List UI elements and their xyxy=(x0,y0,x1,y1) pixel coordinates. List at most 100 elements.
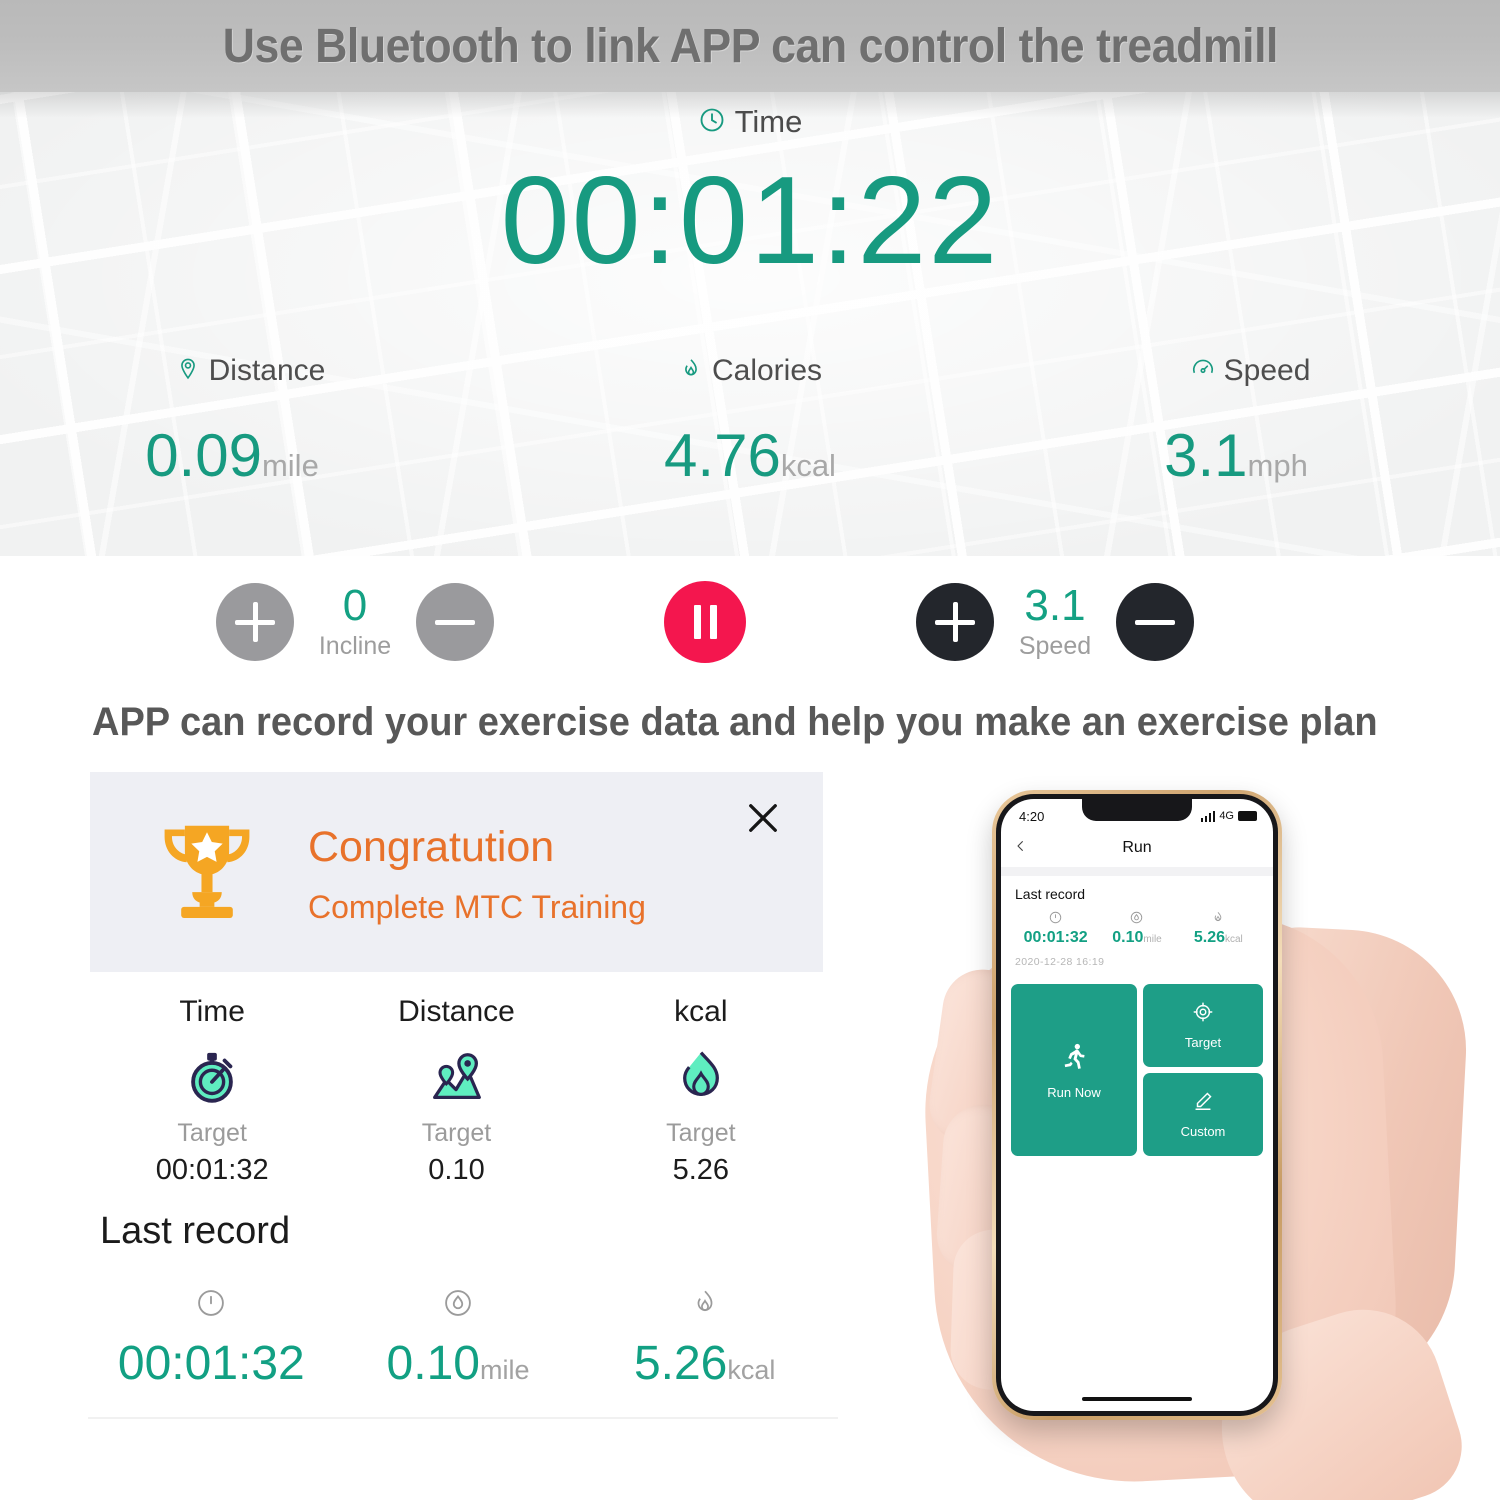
stat-speed: Speed 3.1mph xyxy=(1000,354,1500,486)
battery-icon xyxy=(1238,811,1257,821)
clock-icon xyxy=(698,106,726,139)
target-crosshair-icon xyxy=(1192,1001,1214,1028)
congratulation-text: Congratution Complete MTC Training xyxy=(308,818,646,925)
congratulation-banner: Congratution Complete MTC Training xyxy=(90,772,823,972)
map-route-icon xyxy=(334,1045,578,1111)
phone-nav-separator xyxy=(1001,867,1273,876)
last-record-unit: mile xyxy=(479,1355,530,1385)
stat-distance: Distance 0.09mile xyxy=(0,354,500,486)
incline-readout: 0 Incline xyxy=(294,583,416,660)
stat-label: Calories xyxy=(711,354,823,387)
phone-action-tiles: Run Now Target Custom xyxy=(1001,984,1273,1156)
target-distance: Distance Target 0.10 xyxy=(334,995,578,1187)
speed-increase-button[interactable] xyxy=(916,583,994,661)
workout-stats-row: Distance 0.09mile Calories 4.76kcal Spee… xyxy=(0,354,1500,486)
tile-label: Target xyxy=(1184,1035,1222,1050)
last-record-distance: 0.10mile xyxy=(335,1282,582,1391)
home-indicator xyxy=(1082,1397,1192,1401)
clock-icon xyxy=(88,1282,335,1324)
phone-record-date: 2020-12-28 16:19 xyxy=(1015,956,1105,968)
target-summary-row: Time Target 00:01:32 Distance Target 0.1… xyxy=(90,995,823,1187)
stat-calories: Calories 4.76kcal xyxy=(500,354,1000,486)
incline-increase-button[interactable] xyxy=(216,583,294,661)
clock-icon xyxy=(1015,910,1096,925)
time-label: Time xyxy=(734,104,803,139)
distance-drop-icon xyxy=(1096,910,1177,925)
pencil-icon xyxy=(1192,1090,1214,1117)
chevron-left-icon[interactable] xyxy=(1013,837,1028,859)
target-sub: Target xyxy=(177,1119,247,1147)
custom-tile[interactable]: Custom xyxy=(1143,1073,1263,1156)
incline-decrease-button[interactable] xyxy=(416,583,494,661)
stat-unit: mile xyxy=(261,448,319,483)
flame-icon xyxy=(581,1282,828,1324)
section-heading: APP can record your exercise data and he… xyxy=(92,700,1378,744)
phone-record-value: 00:01:32 xyxy=(1023,929,1088,946)
target-value: 0.10 xyxy=(428,1154,485,1186)
stat-value: 3.1 xyxy=(1164,422,1248,489)
phone-screen: 4:20 4G Run Last record 00:01:32 0.10mil… xyxy=(1001,799,1273,1411)
pause-icon xyxy=(693,605,717,639)
signal-bars-icon xyxy=(1200,810,1216,822)
stat-unit: mph xyxy=(1247,448,1308,483)
last-record-value: 00:01:32 xyxy=(117,1337,305,1390)
speed-value: 3.1 xyxy=(1024,581,1086,631)
phone-record-value: 0.10 xyxy=(1112,929,1144,946)
product-infographic: Use Bluetooth to link APP can control th… xyxy=(0,0,1500,1500)
stat-label: Distance xyxy=(208,354,326,387)
target-title: Time xyxy=(179,995,245,1028)
location-pin-icon xyxy=(175,356,201,387)
flame-icon xyxy=(678,356,704,387)
phone-nav-bar: Run xyxy=(1001,829,1273,867)
phone-in-hand: 4:20 4G Run Last record 00:01:32 0.10mil… xyxy=(900,760,1476,1500)
distance-drop-icon xyxy=(335,1282,582,1324)
incline-value: 0 xyxy=(342,581,368,631)
speed-decrease-button[interactable] xyxy=(1116,583,1194,661)
congratulation-title: Congratution xyxy=(308,823,555,872)
phone-notch xyxy=(1082,799,1192,821)
phone-frame: 4:20 4G Run Last record 00:01:32 0.10mil… xyxy=(992,790,1282,1420)
phone-record-unit: mile xyxy=(1143,934,1162,945)
target-kcal: kcal Target 5.26 xyxy=(579,995,823,1187)
last-record-kcal: 5.26kcal xyxy=(581,1282,828,1391)
target-sub: Target xyxy=(421,1119,492,1147)
target-value: 5.26 xyxy=(672,1154,730,1186)
last-record-unit: kcal xyxy=(727,1355,776,1385)
stat-unit: kcal xyxy=(780,448,836,483)
tile-label: Run Now xyxy=(1047,1084,1101,1100)
phone-last-record-title: Last record xyxy=(1015,886,1086,902)
phone-nav-title: Run xyxy=(1122,839,1152,856)
speed-caption: Speed xyxy=(1018,631,1092,660)
header-banner: Use Bluetooth to link APP can control th… xyxy=(0,0,1500,92)
workout-map-panel: Time 00:01:22 Distance 0.09mile Calories… xyxy=(0,92,1500,556)
stopwatch-icon xyxy=(90,1045,334,1111)
last-record-time: 00:01:32 xyxy=(88,1282,335,1391)
time-header: Time xyxy=(0,104,1500,140)
flame-filled-icon xyxy=(579,1045,823,1111)
speedometer-icon xyxy=(1190,356,1216,387)
incline-caption: Incline xyxy=(318,631,392,660)
target-tile[interactable]: Target xyxy=(1143,984,1263,1067)
page-title: Use Bluetooth to link APP can control th… xyxy=(222,19,1278,73)
target-title: kcal xyxy=(674,995,728,1028)
speed-readout: 3.1 Speed xyxy=(994,583,1116,660)
pause-button[interactable] xyxy=(664,581,746,663)
phone-record-value: 5.26 xyxy=(1193,929,1225,946)
close-icon[interactable] xyxy=(737,792,789,844)
status-bar-time: 4:20 xyxy=(1019,808,1045,824)
flame-icon xyxy=(1178,910,1259,925)
stat-value: 4.76 xyxy=(664,422,781,489)
network-label: 4G xyxy=(1219,810,1234,822)
congratulation-subtitle: Complete MTC Training xyxy=(308,888,646,925)
target-title: Distance xyxy=(398,995,515,1028)
phone-last-record-section: Last record 00:01:32 0.10mile 5.26kcal 2… xyxy=(1001,876,1273,976)
tile-label: Custom xyxy=(1180,1124,1226,1139)
target-time: Time Target 00:01:32 xyxy=(90,995,334,1187)
section-divider xyxy=(88,1417,838,1419)
trophy-icon xyxy=(148,811,266,934)
target-value: 00:01:32 xyxy=(155,1154,269,1186)
last-record-value: 0.10 xyxy=(386,1337,480,1390)
last-record-value: 5.26 xyxy=(633,1337,728,1390)
run-now-tile[interactable]: Run Now xyxy=(1011,984,1137,1156)
phone-record-unit: kcal xyxy=(1224,934,1243,945)
